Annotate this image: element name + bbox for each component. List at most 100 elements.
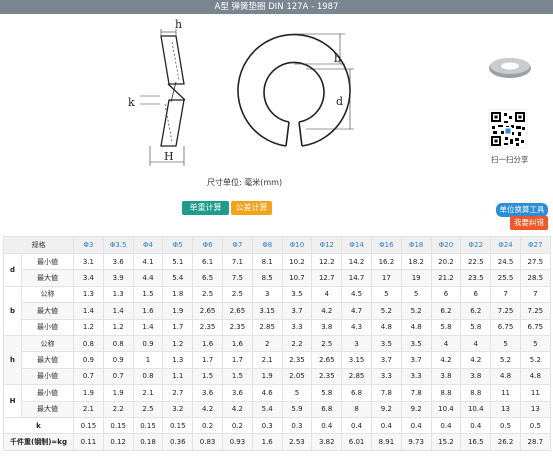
report-error-button[interactable]: 我要纠错 [510, 216, 548, 230]
value-cell: 5 [370, 285, 402, 304]
value-cell: 5.2 [490, 351, 521, 369]
value-cell: 3.8 [430, 367, 462, 386]
dim-h-label: h [175, 18, 182, 31]
value-cell: 2.85 [341, 367, 372, 386]
value-cell: 5 [519, 334, 551, 353]
value-cell: 3.8 [460, 367, 492, 386]
weight-calc-button[interactable]: 单重计算 [182, 201, 229, 215]
value-cell: 3.5 [281, 285, 313, 304]
value-cell: 6 [430, 285, 462, 304]
value-cell: 4.5 [341, 285, 372, 304]
row-label: 千件重(钢制)≈kg [3, 433, 74, 451]
column-header: Φ7 [221, 236, 253, 254]
share-caption: 扫一扫分享 [491, 155, 529, 164]
value-cell: 2.2 [102, 400, 134, 418]
value-cell: 2.35 [221, 318, 253, 336]
value-cell: 0.8 [102, 334, 134, 353]
value-cell: 9.2 [400, 400, 432, 418]
value-cell: 3.15 [341, 351, 372, 369]
value-cell: 0.5 [490, 416, 521, 435]
value-cell: 2.7 [162, 384, 194, 402]
value-cell: 0.36 [162, 433, 194, 451]
value-cell: 0.7 [73, 367, 104, 386]
value-cell: 0.4 [430, 416, 462, 435]
table-row: b 公称 1.3 1.3 1.5 1.8 2.5 2.5 3 3.5 4 4.5 5 5 6 6 7 7 [3, 285, 551, 336]
value-cell: 1.6 [132, 302, 164, 320]
value-cell: 4 [430, 334, 462, 353]
value-cell: 7.8 [400, 384, 432, 402]
value-cell: 7.25 [519, 302, 551, 320]
value-cell: 3 [251, 285, 283, 304]
value-cell: 5.1 [162, 252, 194, 271]
value-cell: 2.53 [281, 433, 313, 451]
value-cell: 1.9 [162, 302, 194, 320]
value-cell: 5 [490, 334, 521, 353]
value-cell: 7.8 [370, 384, 402, 402]
row-label: k [3, 416, 74, 435]
value-cell: 11 [519, 384, 551, 402]
value-cell: 11 [490, 384, 521, 402]
value-cell: 9.2 [370, 400, 402, 418]
value-cell: 5.8 [460, 318, 492, 336]
value-cell: 4.3 [341, 318, 372, 336]
value-cell: 1.3 [102, 285, 134, 304]
value-cell: 21.2 [430, 269, 462, 287]
value-cell: 6.8 [311, 400, 343, 418]
column-header: Φ18 [400, 236, 432, 254]
value-cell: 4.8 [400, 318, 432, 336]
value-cell: 1.3 [73, 285, 104, 304]
value-cell: 6.2 [430, 302, 462, 320]
value-cell: 8 [341, 400, 372, 418]
value-cell: 4.7 [341, 302, 372, 320]
value-cell: 7.1 [221, 252, 253, 271]
value-cell: 3.15 [251, 302, 283, 320]
value-cell: 4.2 [430, 351, 462, 369]
value-cell: 5.2 [400, 302, 432, 320]
value-cell: 3.3 [400, 367, 432, 386]
value-cell: 8.8 [430, 384, 462, 402]
value-cell: 1.9 [102, 384, 134, 402]
unit-convert-button[interactable]: 单位换算工具 [496, 203, 548, 217]
row-label: 公称 [21, 334, 74, 353]
row-label: 最小値 [21, 318, 74, 336]
value-cell: 12.7 [311, 269, 343, 287]
value-cell: 0.4 [311, 416, 343, 435]
table-row: H 最小値 1.9 1.9 2.1 2.7 3.6 3.6 4.6 5 5.8 6.8 7.8 7.8 8.… [3, 384, 551, 418]
value-cell: 3.1 [73, 252, 104, 271]
page-title: A型 弹簧垫圈 DIN 127A - 1987 [0, 0, 553, 14]
value-cell: 2.35 [192, 318, 223, 336]
value-cell: 2.85 [251, 318, 283, 336]
value-cell: 4.4 [132, 269, 164, 287]
value-cell: 3.6 [221, 384, 253, 402]
value-cell: 2.1 [132, 384, 164, 402]
value-cell: 6.75 [519, 318, 551, 336]
value-cell: 8.8 [460, 384, 492, 402]
value-cell: 1.3 [162, 351, 194, 369]
spec-table: 规格 Φ3 Φ3.5 Φ4 Φ5 Φ6 Φ7 Φ8 Φ10 Φ12 Φ14 Φ16 Φ18 Φ20 Φ22… [3, 236, 551, 451]
row-label: 公称 [21, 285, 74, 304]
value-cell: 3.82 [311, 433, 343, 451]
value-cell: 1.4 [73, 302, 104, 320]
tolerance-calc-button[interactable]: 公差计算 [231, 201, 272, 215]
value-cell: 0.2 [192, 416, 223, 435]
value-cell: 0.93 [221, 433, 253, 451]
value-cell: 3.6 [102, 252, 134, 271]
value-cell: 6.01 [341, 433, 372, 451]
value-cell: 3.3 [281, 318, 313, 336]
value-cell: 4 [311, 285, 343, 304]
column-header: Φ10 [281, 236, 313, 254]
value-cell: 6.1 [192, 252, 223, 271]
row-label: 最小値 [21, 384, 74, 402]
value-cell: 4.2 [311, 302, 343, 320]
washer-drawing: h k H b d [128, 18, 531, 166]
value-cell: 0.3 [251, 416, 283, 435]
column-header: Φ12 [311, 236, 343, 254]
value-cell: 28.7 [519, 433, 551, 451]
value-cell: 8.91 [370, 433, 402, 451]
value-cell: 0.4 [370, 416, 402, 435]
value-cell: 0.11 [73, 433, 104, 451]
value-cell: 16.2 [370, 252, 402, 271]
value-cell: 3.8 [311, 318, 343, 336]
value-cell: 2.65 [192, 302, 223, 320]
value-cell: 0.12 [102, 433, 134, 451]
